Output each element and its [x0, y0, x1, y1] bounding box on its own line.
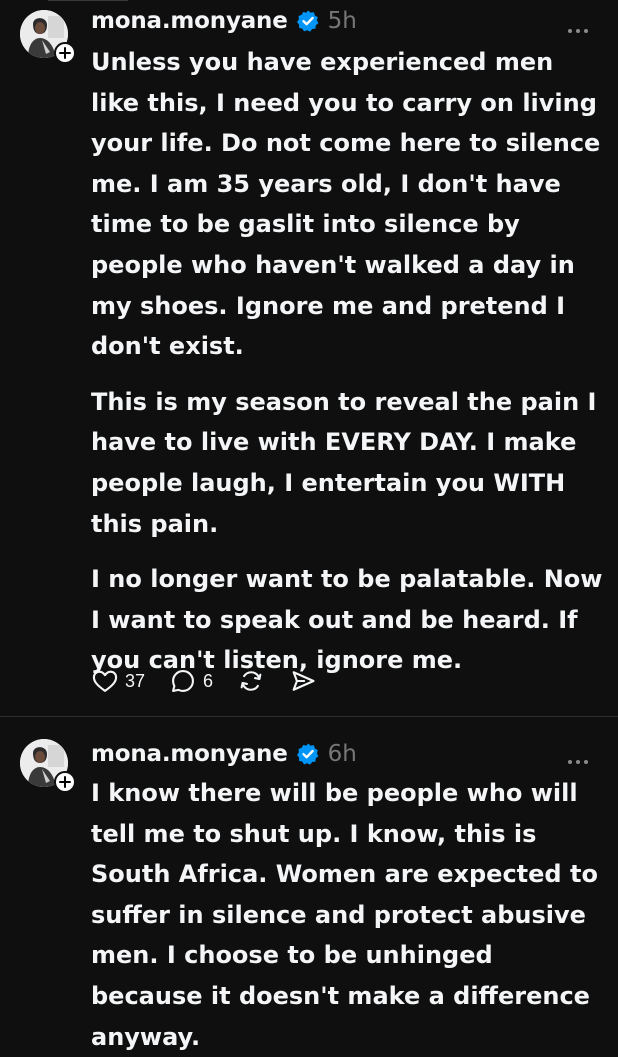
username[interactable]: mona.monyane: [91, 741, 288, 767]
comment-icon: [172, 670, 194, 692]
send-icon: [292, 671, 315, 691]
verified-badge-icon: [296, 743, 319, 765]
more-options-icon[interactable]: [568, 18, 592, 33]
post-actions: 37 6: [91, 664, 341, 698]
post-paragraph: I know there will be people who will tel…: [91, 779, 598, 1051]
post-header: mona.monyane 5h: [91, 6, 357, 36]
repost-button[interactable]: [237, 667, 265, 695]
reply-button[interactable]: 6: [169, 667, 213, 695]
post-paragraph: I no longer want to be palatable. Now I …: [91, 565, 603, 675]
post-paragraph: Unless you have experienced men like thi…: [91, 48, 601, 361]
follow-plus-icon[interactable]: [54, 771, 76, 793]
avatar[interactable]: [20, 739, 76, 793]
heart-icon: [92, 670, 118, 692]
post-paragraph: This is my season to reveal the pain I h…: [91, 387, 597, 538]
thread-post: mona.monyane 5h Unless you have experien…: [0, 0, 618, 716]
follow-plus-icon[interactable]: [54, 42, 76, 64]
post-header: mona.monyane 6h: [91, 739, 357, 769]
username[interactable]: mona.monyane: [91, 8, 288, 34]
like-button[interactable]: 37: [91, 667, 145, 695]
share-button[interactable]: [289, 667, 317, 695]
avatar[interactable]: [20, 10, 76, 64]
verified-badge-icon: [296, 10, 319, 32]
more-options-icon[interactable]: [568, 749, 592, 764]
post-text: Unless you have experienced men like thi…: [91, 42, 603, 681]
post-time: 6h: [327, 741, 357, 767]
post-text: I know there will be people who will tel…: [91, 773, 603, 1057]
thread-post: mona.monyane 6h I know there will be peo…: [0, 717, 618, 1051]
like-count: 37: [125, 670, 146, 691]
post-time: 5h: [327, 8, 357, 34]
reply-count: 6: [203, 670, 214, 691]
repost-icon: [240, 671, 262, 691]
